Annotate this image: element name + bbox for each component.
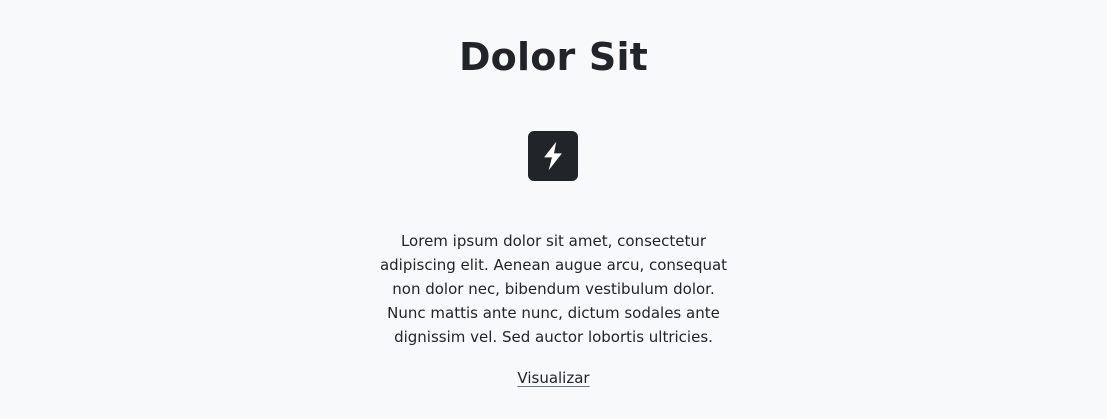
feature-icon-box xyxy=(528,131,578,181)
section-title: Dolor Sit xyxy=(458,35,649,79)
visualizar-link[interactable]: Visualizar xyxy=(517,369,589,387)
section-description: Lorem ipsum dolor sit amet, consectetur … xyxy=(379,232,728,346)
lightning-bolt-icon xyxy=(544,141,562,171)
feature-section: Dolor Sit Lorem ipsum dolor sit amet, co… xyxy=(0,0,1107,419)
